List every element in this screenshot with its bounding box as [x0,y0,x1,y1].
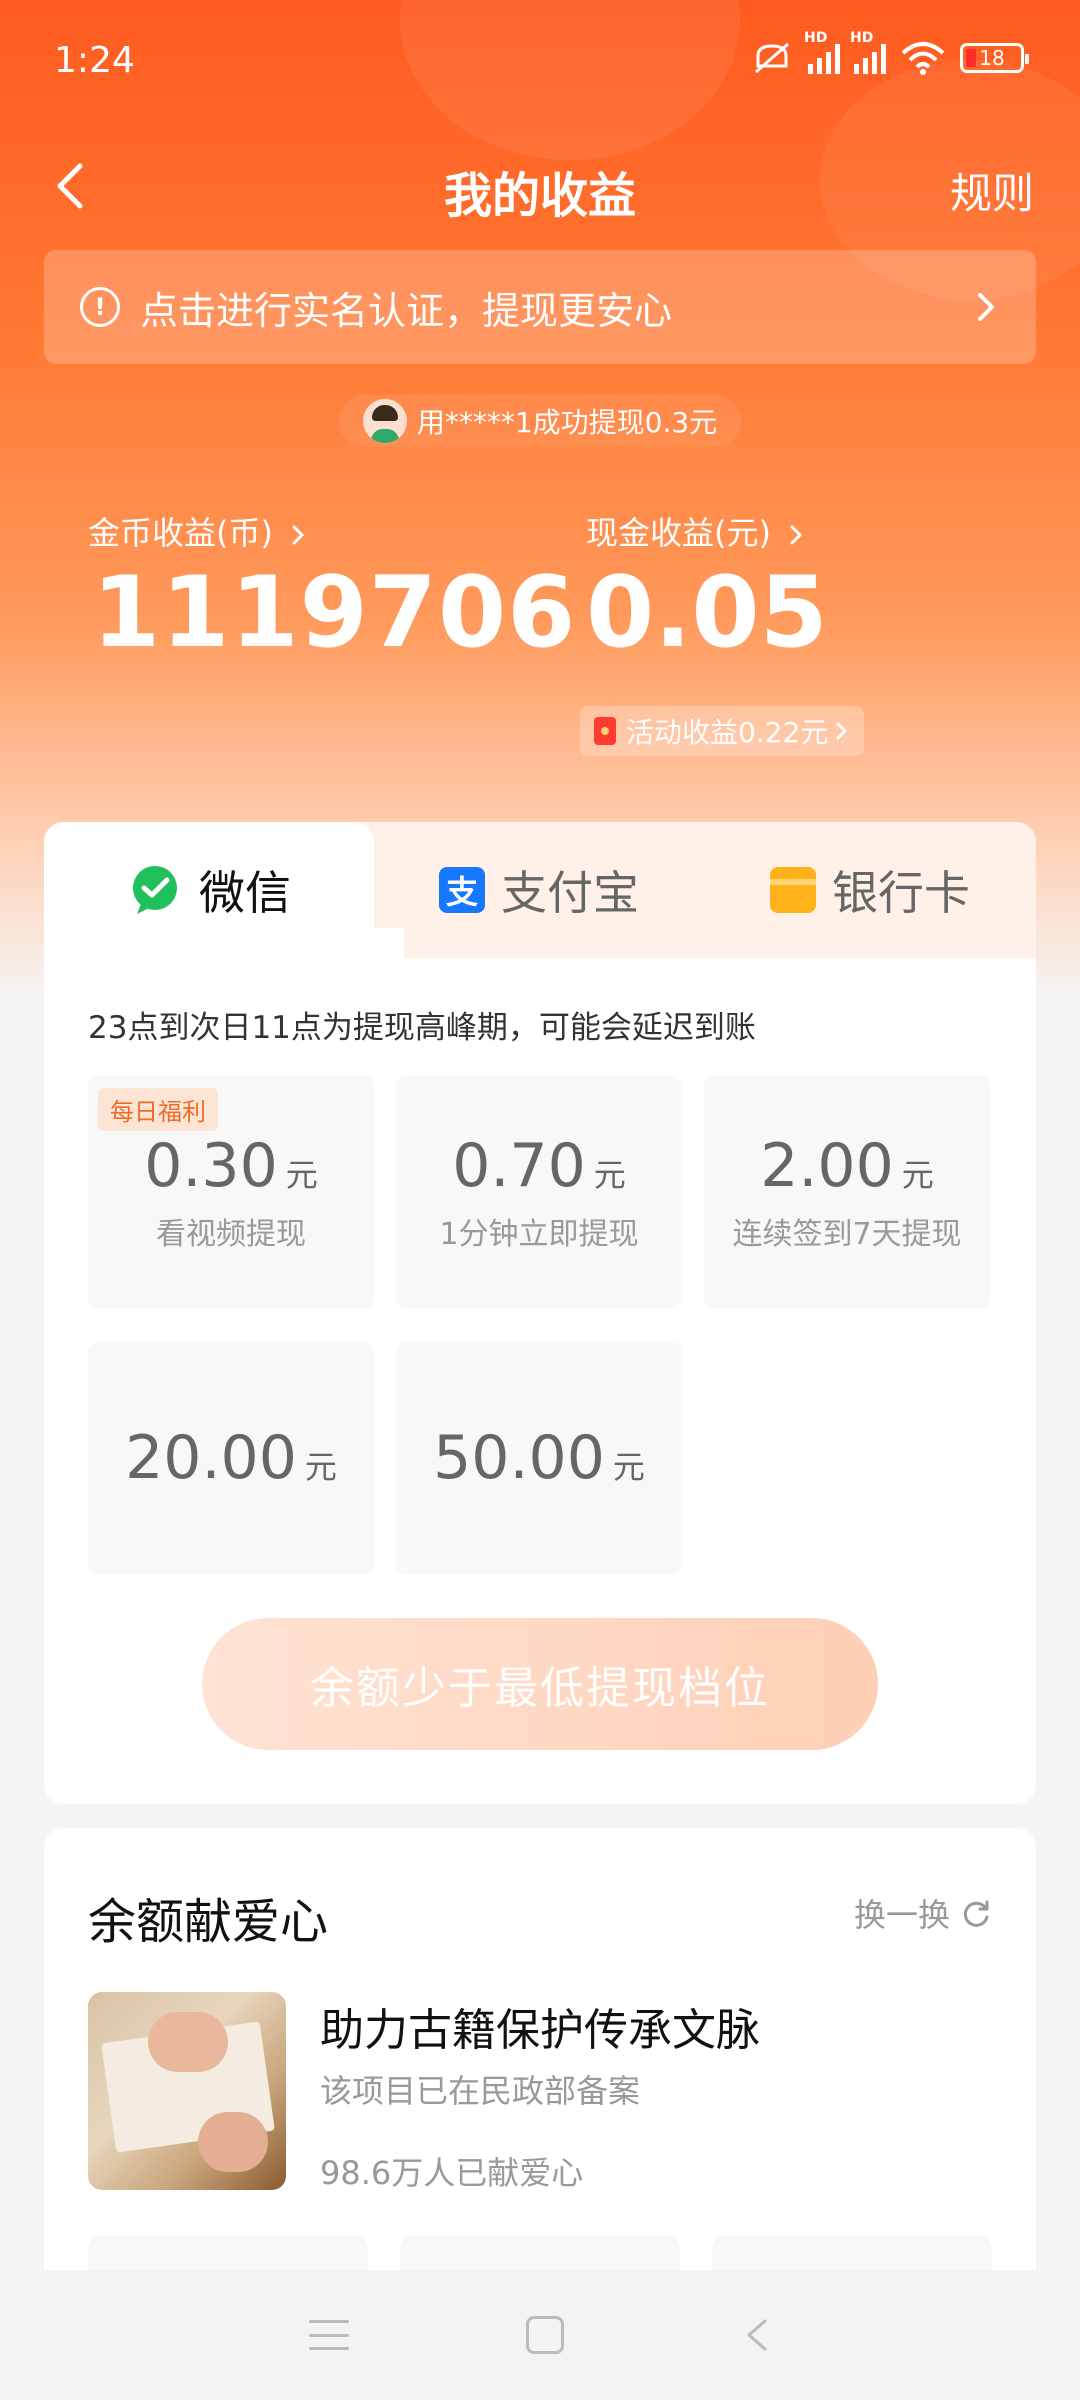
amount-value: 2.00 [760,1131,894,1201]
signal-icon: HD [850,30,886,74]
withdraw-option-20.00[interactable]: 20.00 元 [88,1342,374,1574]
withdraw-option-0.30[interactable]: 每日福利 0.30 元 看视频提现 [88,1076,374,1308]
status-time: 1:24 [54,40,135,81]
peak-period-note: 23点到次日11点为提现高峰期，可能会延迟到账 [88,1010,756,1046]
amount-value: 50.00 [433,1423,605,1493]
withdraw-desc: 连续签到7天提现 [732,1217,962,1252]
wechat-icon [127,864,183,916]
project-supporter-count: 98.6万人已献爱心 [320,2154,584,2192]
tab-bank-card[interactable]: 银行卡 [704,822,1036,958]
cash-earnings-label[interactable]: 现金收益(元) [586,508,805,554]
activity-earnings-text: 活动收益0.22元 [626,716,829,749]
chevron-right-icon [790,525,803,545]
page-title: 我的收益 [443,168,636,224]
project-subtitle: 该项目已在民政部备案 [320,2072,641,2110]
activity-earnings-chip[interactable]: 活动收益0.22元 [580,706,865,756]
battery-level: 18 [979,46,1005,70]
donation-title: 余额献爱心 [88,1894,329,1950]
amount-value: 0.30 [144,1131,278,1201]
tab-bank-card-label: 银行卡 [832,866,970,920]
cash-earnings-value: 0.05 [586,556,828,670]
cash-earnings-label-text: 现金收益(元) [586,514,771,552]
withdraw-amount: 50.00 元 [433,1423,645,1493]
home-icon[interactable] [525,2316,564,2354]
back-nav-icon[interactable] [741,2315,771,2355]
withdraw-option-0.70[interactable]: 0.70 元 1分钟立即提现 [396,1076,682,1308]
mute-vibrate-icon [755,42,789,74]
amount-value: 0.70 [452,1131,586,1201]
withdraw-option-50.00[interactable]: 50.00 元 [396,1342,682,1574]
withdraw-amount: 0.70 元 [452,1131,626,1201]
tab-wechat[interactable]: 微信 [44,822,404,958]
red-packet-icon [594,717,616,745]
system-nav-bar [0,2270,1080,2400]
wifi-icon [901,42,945,75]
alipay-icon: 支 [439,867,485,913]
decoration [400,0,740,160]
tab-alipay[interactable]: 支 支付宝 [374,822,704,958]
withdraw-desc: 看视频提现 [156,1217,306,1252]
withdraw-amount: 0.30 元 [144,1131,318,1201]
chevron-right-icon [836,722,848,740]
withdraw-card: 微信 支 支付宝 银行卡 23点到次日11点为提现高峰期，可能会延迟到账 每日福… [44,822,1036,1804]
coin-earnings-label[interactable]: 金币收益(币) [88,508,307,554]
chevron-right-icon [292,525,305,545]
withdraw-option-2.00[interactable]: 2.00 元 连续签到7天提现 [704,1076,990,1308]
withdraw-button[interactable]: 余额少于最低提现档位 [202,1618,878,1750]
refresh-label: 换一换 [853,1896,950,1934]
refresh-button[interactable]: 换一换 [854,1890,992,1936]
ticker-text: 用*****1成功提现0.3元 [416,406,718,439]
amount-unit: 元 [285,1156,318,1194]
bank-card-icon [770,867,816,913]
amount-unit: 元 [901,1156,934,1194]
tab-alipay-label: 支付宝 [501,866,639,920]
info-icon: ! [80,287,120,327]
refresh-icon [963,1900,989,1927]
project-thumbnail[interactable] [88,1992,286,2190]
amount-unit: 元 [593,1156,626,1194]
amount-unit: 元 [612,1448,645,1486]
coin-earnings-value: 1119706 [92,556,577,670]
verify-banner-text: 点击进行实名认证，提现更安心 [140,288,673,333]
signal-icon: HD [804,30,840,74]
verify-banner[interactable]: ! 点击进行实名认证，提现更安心 [44,250,1036,364]
withdraw-amount: 20.00 元 [125,1423,337,1493]
project-title[interactable]: 助力古籍保护传承文脉 [320,1994,760,2058]
rules-link[interactable]: 规则 [950,160,1034,221]
daily-welfare-badge: 每日福利 [98,1088,218,1131]
chevron-right-icon [978,293,994,321]
withdraw-amount: 2.00 元 [760,1131,934,1201]
menu-icon[interactable] [308,2320,349,2350]
tab-body-edge [44,958,1036,978]
amount-unit: 元 [304,1448,337,1486]
tab-wechat-label: 微信 [199,866,291,920]
coin-earnings-label-text: 金币收益(币) [88,514,273,552]
battery-icon: 18 [960,43,1029,73]
withdraw-desc: 1分钟立即提现 [439,1217,639,1252]
withdraw-ticker: 用*****1成功提现0.3元 [0,388,1080,454]
amount-value: 20.00 [125,1423,297,1493]
avatar [362,399,407,443]
status-icons: HD HD 18 [750,30,1029,76]
